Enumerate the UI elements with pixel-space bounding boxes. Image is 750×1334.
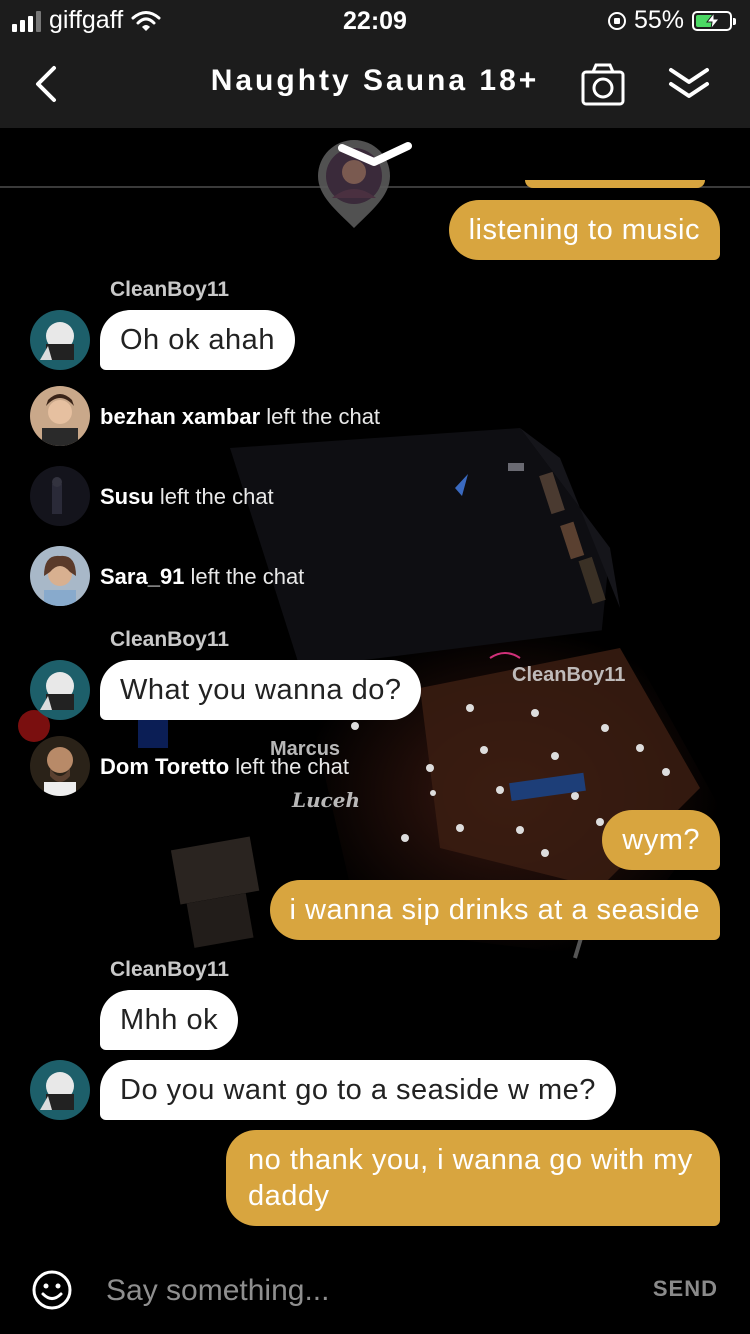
system-user: Dom Toretto bbox=[100, 754, 230, 779]
battery-charging-icon bbox=[692, 10, 736, 31]
incoming-message[interactable]: What you wanna do? bbox=[100, 660, 422, 720]
incoming-message[interactable]: Mhh ok bbox=[100, 990, 239, 1050]
avatar-nametag: Luceh bbox=[292, 788, 361, 812]
sender-name: CleanBoy11 bbox=[110, 628, 230, 651]
avatar[interactable] bbox=[30, 660, 90, 720]
sender-name: CleanBoy11 bbox=[110, 958, 230, 981]
system-text: left the chat bbox=[235, 754, 350, 779]
previous-bubble-edge bbox=[525, 180, 705, 188]
incoming-message[interactable]: Oh ok ahah bbox=[100, 310, 295, 370]
avatar[interactable] bbox=[30, 386, 90, 446]
bubble-tail bbox=[706, 930, 720, 940]
system-message: Susu left the chat bbox=[100, 484, 274, 510]
camera-icon[interactable] bbox=[580, 62, 626, 108]
room-title: Naughty Sauna 18+ bbox=[210, 64, 540, 97]
outgoing-message[interactable]: i wanna sip drinks at a seaside bbox=[269, 880, 720, 940]
collapse-chevrons-icon[interactable] bbox=[666, 64, 712, 104]
system-text: left the chat bbox=[190, 564, 305, 589]
battery-percent: 55% bbox=[633, 6, 684, 34]
orientation-lock-icon bbox=[607, 11, 626, 30]
avatar[interactable] bbox=[30, 736, 90, 796]
bubble-tail bbox=[706, 860, 720, 870]
send-button[interactable]: SEND bbox=[653, 1276, 718, 1302]
incoming-message[interactable]: Do you want go to a seaside w me? bbox=[100, 1060, 616, 1120]
message-composer: SEND bbox=[0, 1248, 750, 1334]
status-bar: giffgaff 22:09 55% bbox=[0, 0, 750, 40]
outgoing-message[interactable]: no thank you, i wanna go with my daddy bbox=[226, 1130, 720, 1226]
chat-area[interactable]: CleanBoy11 Marcus Luceh listening to mus… bbox=[0, 128, 750, 1248]
outgoing-message[interactable]: listening to music bbox=[448, 200, 720, 260]
system-user: bezhan xambar bbox=[100, 404, 261, 429]
avatar[interactable] bbox=[30, 1060, 90, 1120]
emoji-icon[interactable] bbox=[32, 1270, 72, 1310]
system-message: Sara_91 left the chat bbox=[100, 564, 304, 590]
outgoing-message[interactable]: wym? bbox=[602, 810, 720, 870]
sender-name: CleanBoy11 bbox=[110, 278, 230, 301]
bubble-tail bbox=[706, 250, 720, 260]
status-right: 55% bbox=[607, 6, 736, 35]
system-message: Dom Toretto left the chat bbox=[100, 754, 349, 780]
avatar[interactable] bbox=[30, 466, 90, 526]
chevron-down-icon[interactable] bbox=[338, 140, 414, 180]
system-user: Susu bbox=[100, 484, 154, 509]
system-text: left the chat bbox=[266, 404, 381, 429]
avatar[interactable] bbox=[30, 310, 90, 370]
system-user: Sara_91 bbox=[100, 564, 185, 589]
avatar[interactable] bbox=[30, 546, 90, 606]
system-message: bezhan xambar left the chat bbox=[100, 404, 380, 430]
message-input[interactable] bbox=[104, 1266, 628, 1316]
system-text: left the chat bbox=[159, 484, 274, 509]
bubble-tail bbox=[706, 1212, 720, 1222]
chat-header: Naughty Sauna 18+ bbox=[0, 40, 750, 128]
avatar-nametag: CleanBoy11 bbox=[512, 664, 626, 686]
